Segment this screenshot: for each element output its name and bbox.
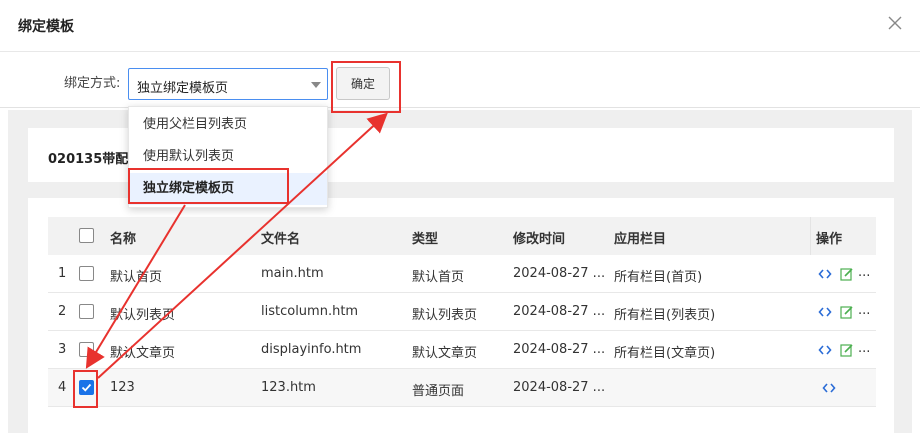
dialog-titlebar: 绑定模板	[0, 0, 920, 52]
row-index: 1	[58, 266, 67, 281]
bind-mode-label: 绑定方式:	[64, 76, 121, 91]
row-checkbox[interactable]	[79, 304, 94, 319]
dropdown-option-parent-list[interactable]: 使用父栏目列表页	[129, 109, 327, 141]
code-icon[interactable]	[822, 381, 836, 395]
edit-icon[interactable]	[840, 267, 854, 281]
close-icon[interactable]	[884, 12, 906, 34]
row-type: 默认文章页	[412, 346, 478, 361]
header-modified: 修改时间	[513, 232, 566, 247]
row-type: 默认首页	[412, 270, 465, 285]
header-file: 文件名	[261, 232, 301, 247]
bind-bar: 绑定方式: 独立绑定模板页 确定	[0, 52, 920, 108]
confirm-button[interactable]: 确定	[336, 67, 390, 100]
bind-mode-select[interactable]: 独立绑定模板页	[128, 68, 328, 100]
edit-icon[interactable]	[840, 343, 854, 357]
row-modified: 2024-08-27 ...	[513, 266, 606, 281]
row-type: 普通页面	[412, 384, 465, 399]
row-file: 123.htm	[261, 380, 316, 395]
table-row[interactable]: 4 123 123.htm 普通页面 2024-08-27 ...	[48, 369, 876, 407]
row-name: 默认文章页	[110, 346, 176, 361]
row-checkbox[interactable]	[79, 266, 94, 281]
table-row[interactable]: 2 默认列表页 listcolumn.htm 默认列表页 2024-08-27 …	[48, 293, 876, 331]
row-checkbox[interactable]	[79, 342, 94, 357]
header-type: 类型	[412, 232, 439, 247]
bind-mode-dropdown: 使用父栏目列表页 使用默认列表页 独立绑定模板页	[128, 106, 328, 208]
header-column: 应用栏目	[614, 232, 667, 247]
row-column: 所有栏目(列表页)	[614, 308, 716, 323]
row-file: listcolumn.htm	[261, 304, 359, 319]
dropdown-option-independent[interactable]: 独立绑定模板页	[129, 173, 327, 205]
row-index: 2	[58, 304, 67, 319]
row-name: 默认首页	[110, 270, 163, 285]
row-column: 所有栏目(文章页)	[614, 346, 716, 361]
more-actions[interactable]: ...	[858, 303, 870, 318]
row-index: 4	[58, 380, 67, 395]
table-row[interactable]: 1 默认首页 main.htm 默认首页 2024-08-27 ... 所有栏目…	[48, 255, 876, 293]
header-actions: 操作	[816, 232, 843, 247]
row-name: 默认列表页	[110, 308, 176, 323]
row-file: displayinfo.htm	[261, 342, 362, 357]
row-modified: 2024-08-27 ...	[513, 304, 606, 319]
row-type: 默认列表页	[412, 308, 478, 323]
row-modified: 2024-08-27 ...	[513, 380, 606, 395]
dialog-title: 绑定模板	[18, 19, 74, 35]
code-icon[interactable]	[818, 343, 832, 357]
row-file: main.htm	[261, 266, 324, 281]
code-icon[interactable]	[818, 267, 832, 281]
row-index: 3	[58, 342, 67, 357]
chevron-down-icon	[311, 82, 321, 88]
row-checkbox[interactable]	[79, 380, 94, 395]
more-actions[interactable]: ...	[858, 341, 870, 356]
header-name: 名称	[110, 232, 137, 247]
bind-mode-selected-value: 独立绑定模板页	[137, 81, 229, 96]
dropdown-option-default-list[interactable]: 使用默认列表页	[129, 141, 327, 173]
table-header: 名称 文件名 类型 修改时间 应用栏目 操作	[48, 217, 876, 255]
table-row[interactable]: 3 默认文章页 displayinfo.htm 默认文章页 2024-08-27…	[48, 331, 876, 369]
more-actions[interactable]: ...	[858, 265, 870, 280]
check-icon	[81, 383, 92, 392]
header-divider	[810, 217, 811, 255]
row-modified: 2024-08-27 ...	[513, 342, 606, 357]
edit-icon[interactable]	[840, 305, 854, 319]
select-all-checkbox[interactable]	[79, 228, 94, 243]
row-column: 所有栏目(首页)	[614, 270, 703, 285]
code-icon[interactable]	[818, 305, 832, 319]
row-name: 123	[110, 380, 135, 395]
